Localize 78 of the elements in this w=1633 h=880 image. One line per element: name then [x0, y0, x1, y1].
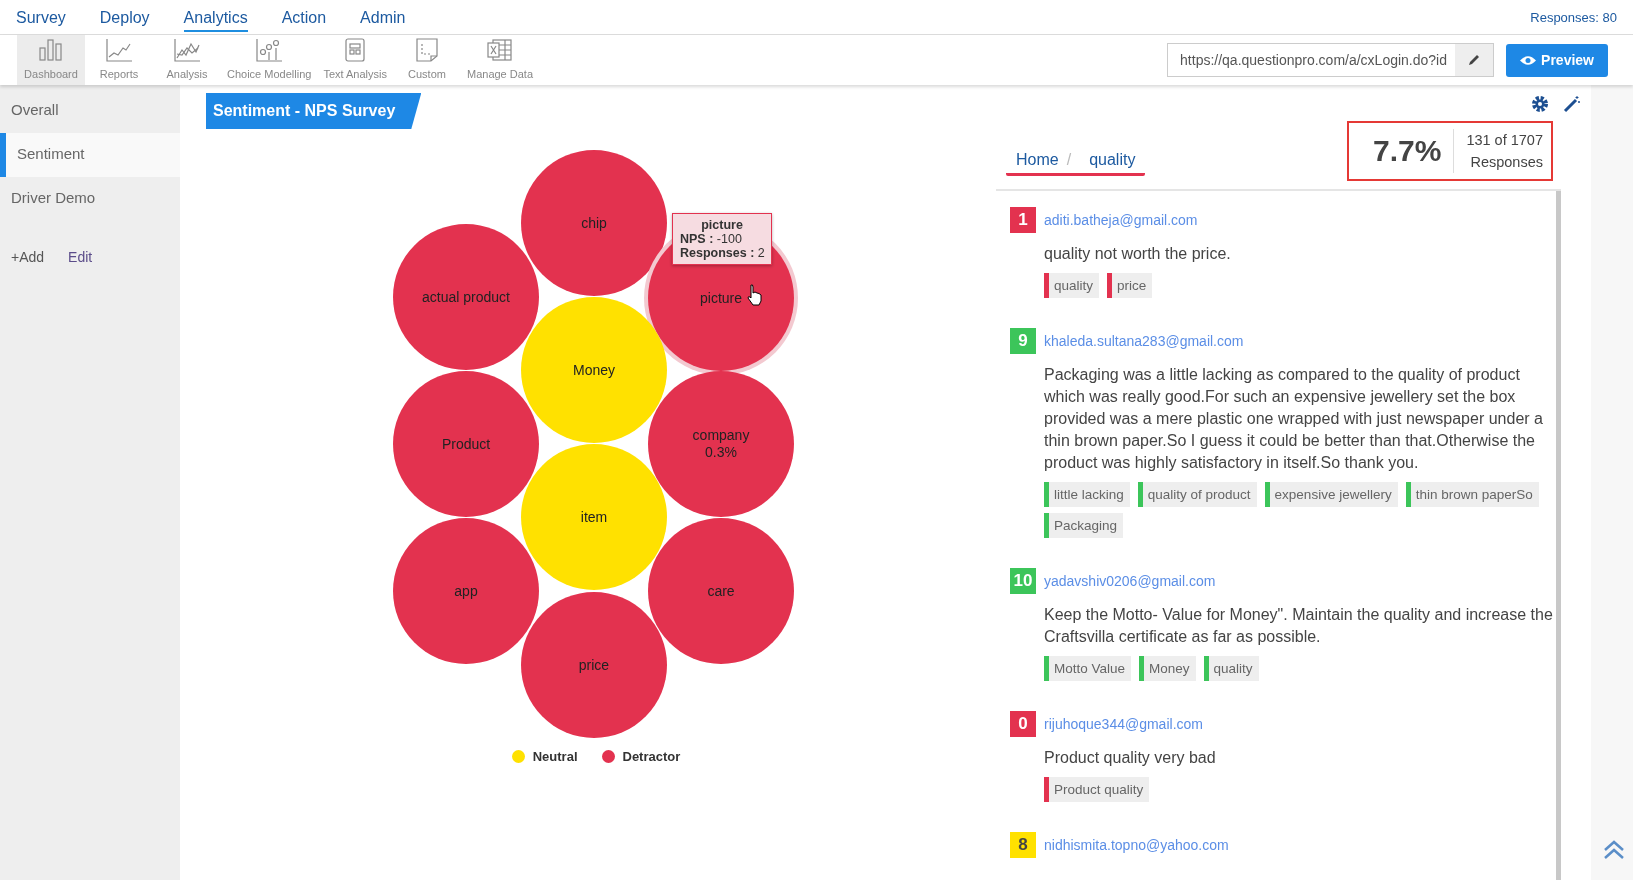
bubble[interactable]: chip [521, 150, 667, 296]
keyword-tag: quality [1044, 273, 1100, 298]
nav-tab[interactable]: Action [281, 2, 327, 32]
percent-value: 7.7% [1349, 129, 1455, 173]
legend-label: Neutral [532, 749, 578, 764]
tooltip-line: NPS : -100 [680, 232, 743, 246]
breadcrumb-separator: / [1066, 151, 1072, 169]
toolbar-button[interactable]: Choice Modelling [221, 35, 318, 85]
breadcrumb-link[interactable]: Home [1016, 151, 1059, 169]
nav-tab[interactable]: Survey [16, 2, 66, 32]
line-chart-icon [172, 36, 202, 64]
toolbar-button[interactable]: Analysis [153, 35, 221, 85]
legend-label: Detractor [622, 749, 681, 764]
email-link[interactable]: nidhismita.topno@yahoo.com [1044, 837, 1229, 853]
settings-icon[interactable] [1531, 95, 1549, 113]
score-badge: 8 [1010, 832, 1036, 858]
line-chart-icon [104, 36, 134, 64]
bubble[interactable]: actual product [393, 224, 539, 370]
sidebar-item[interactable]: Overall [0, 89, 180, 133]
pencil-icon [1467, 53, 1482, 67]
panel-title: Sentiment - NPS Survey [206, 93, 422, 129]
keyword-tag: price [1107, 273, 1153, 298]
toolbar-button[interactable]: Dashboard [17, 35, 85, 85]
response-text: Packaging was a little lacking as compared to the quality of product which was really good.For such an expensive jewellery set the box provided was a mere plastic one wrapped with just newspaper under a thin brown paper.So I guess it could be better than that.Otherwise the product was highly satisfactory in itself.So thank you. [1044, 365, 1544, 473]
edit-button[interactable] [1455, 44, 1494, 76]
preview-button[interactable]: Preview [1506, 43, 1608, 77]
scrollbar[interactable] [1556, 191, 1561, 880]
bubble[interactable]: Product [393, 371, 539, 517]
nav-tab[interactable]: Deploy [99, 2, 150, 32]
tooltip-line: Responses : 2 [680, 246, 764, 260]
tooltip-title: picture [700, 218, 744, 232]
keyword-tag: thin brown paperSo [1405, 482, 1539, 507]
email-link[interactable]: aditi.batheja@gmail.com [1044, 212, 1198, 228]
response-count: 131 of 1707 [1466, 131, 1543, 150]
toolbar-button[interactable]: Custom [393, 35, 461, 85]
toolbar-button[interactable]: Text Analysis [317, 35, 393, 85]
hand-cursor-icon [746, 284, 764, 306]
breadcrumb-current: quality [1089, 151, 1136, 169]
responses-count: Responses: 80 [1530, 9, 1617, 25]
email-link[interactable]: khaleda.sultana283@gmail.com [1044, 333, 1244, 349]
spreadsheet-icon [485, 36, 515, 64]
response-text: Keep the Motto- Value for Money". Maintain the quality and increase the Craftsvilla certificate as far as possible. [1044, 605, 1554, 647]
keyword-tag: quality of product [1137, 482, 1257, 507]
add-link[interactable]: +Add [11, 249, 45, 265]
toolbar-button[interactable]: Reports [85, 35, 153, 85]
keyword-tag: expensive jewellery [1264, 482, 1398, 507]
bubble[interactable]: price [521, 592, 667, 738]
sidebar-item[interactable]: Sentiment [0, 133, 180, 177]
magic-wand-icon[interactable] [1563, 95, 1581, 113]
keyword-tag: quality [1203, 656, 1259, 681]
bubble[interactable]: care [648, 518, 794, 664]
bubble[interactable]: item [521, 444, 667, 590]
response-text: Product quality very bad [1044, 748, 1217, 768]
sidebar-item[interactable]: Driver Demo [0, 177, 180, 221]
keyword-tag: Motto Value [1044, 656, 1132, 681]
responses-label: Responses [1470, 153, 1543, 172]
bubble[interactable]: Money [521, 297, 667, 443]
score-badge: 1 [1010, 207, 1036, 233]
scatter-chart-icon [254, 36, 285, 64]
keyword-tag: little lacking [1044, 482, 1130, 507]
toolbar-button[interactable]: Manage Data [461, 35, 540, 85]
nav-tab[interactable]: Admin [360, 2, 406, 32]
score-badge: 0 [1010, 711, 1036, 737]
bubble[interactable]: app [393, 518, 539, 664]
email-link[interactable]: rijuhoque344@gmail.com [1044, 716, 1203, 732]
score-badge: 9 [1010, 328, 1036, 354]
keyword-tag: Product quality [1044, 777, 1150, 802]
eye-icon [1520, 54, 1537, 66]
keyword-tag: Money [1139, 656, 1196, 681]
nav-tab[interactable]: Analytics [183, 2, 248, 32]
url-field[interactable]: https://qa.questionpro.com/a/cxLogin.do?id [1167, 43, 1495, 77]
edit-link[interactable]: Edit [68, 249, 93, 265]
email-link[interactable]: yadavshiv0206@gmail.com [1044, 573, 1216, 589]
bubble[interactable]: company 0.3% [648, 371, 794, 517]
response-text: quality not worth the price. [1044, 244, 1232, 264]
scroll-top-icon[interactable] [1603, 840, 1625, 860]
score-badge: 10 [1010, 568, 1036, 594]
keyword-tag: Packaging [1044, 513, 1124, 538]
